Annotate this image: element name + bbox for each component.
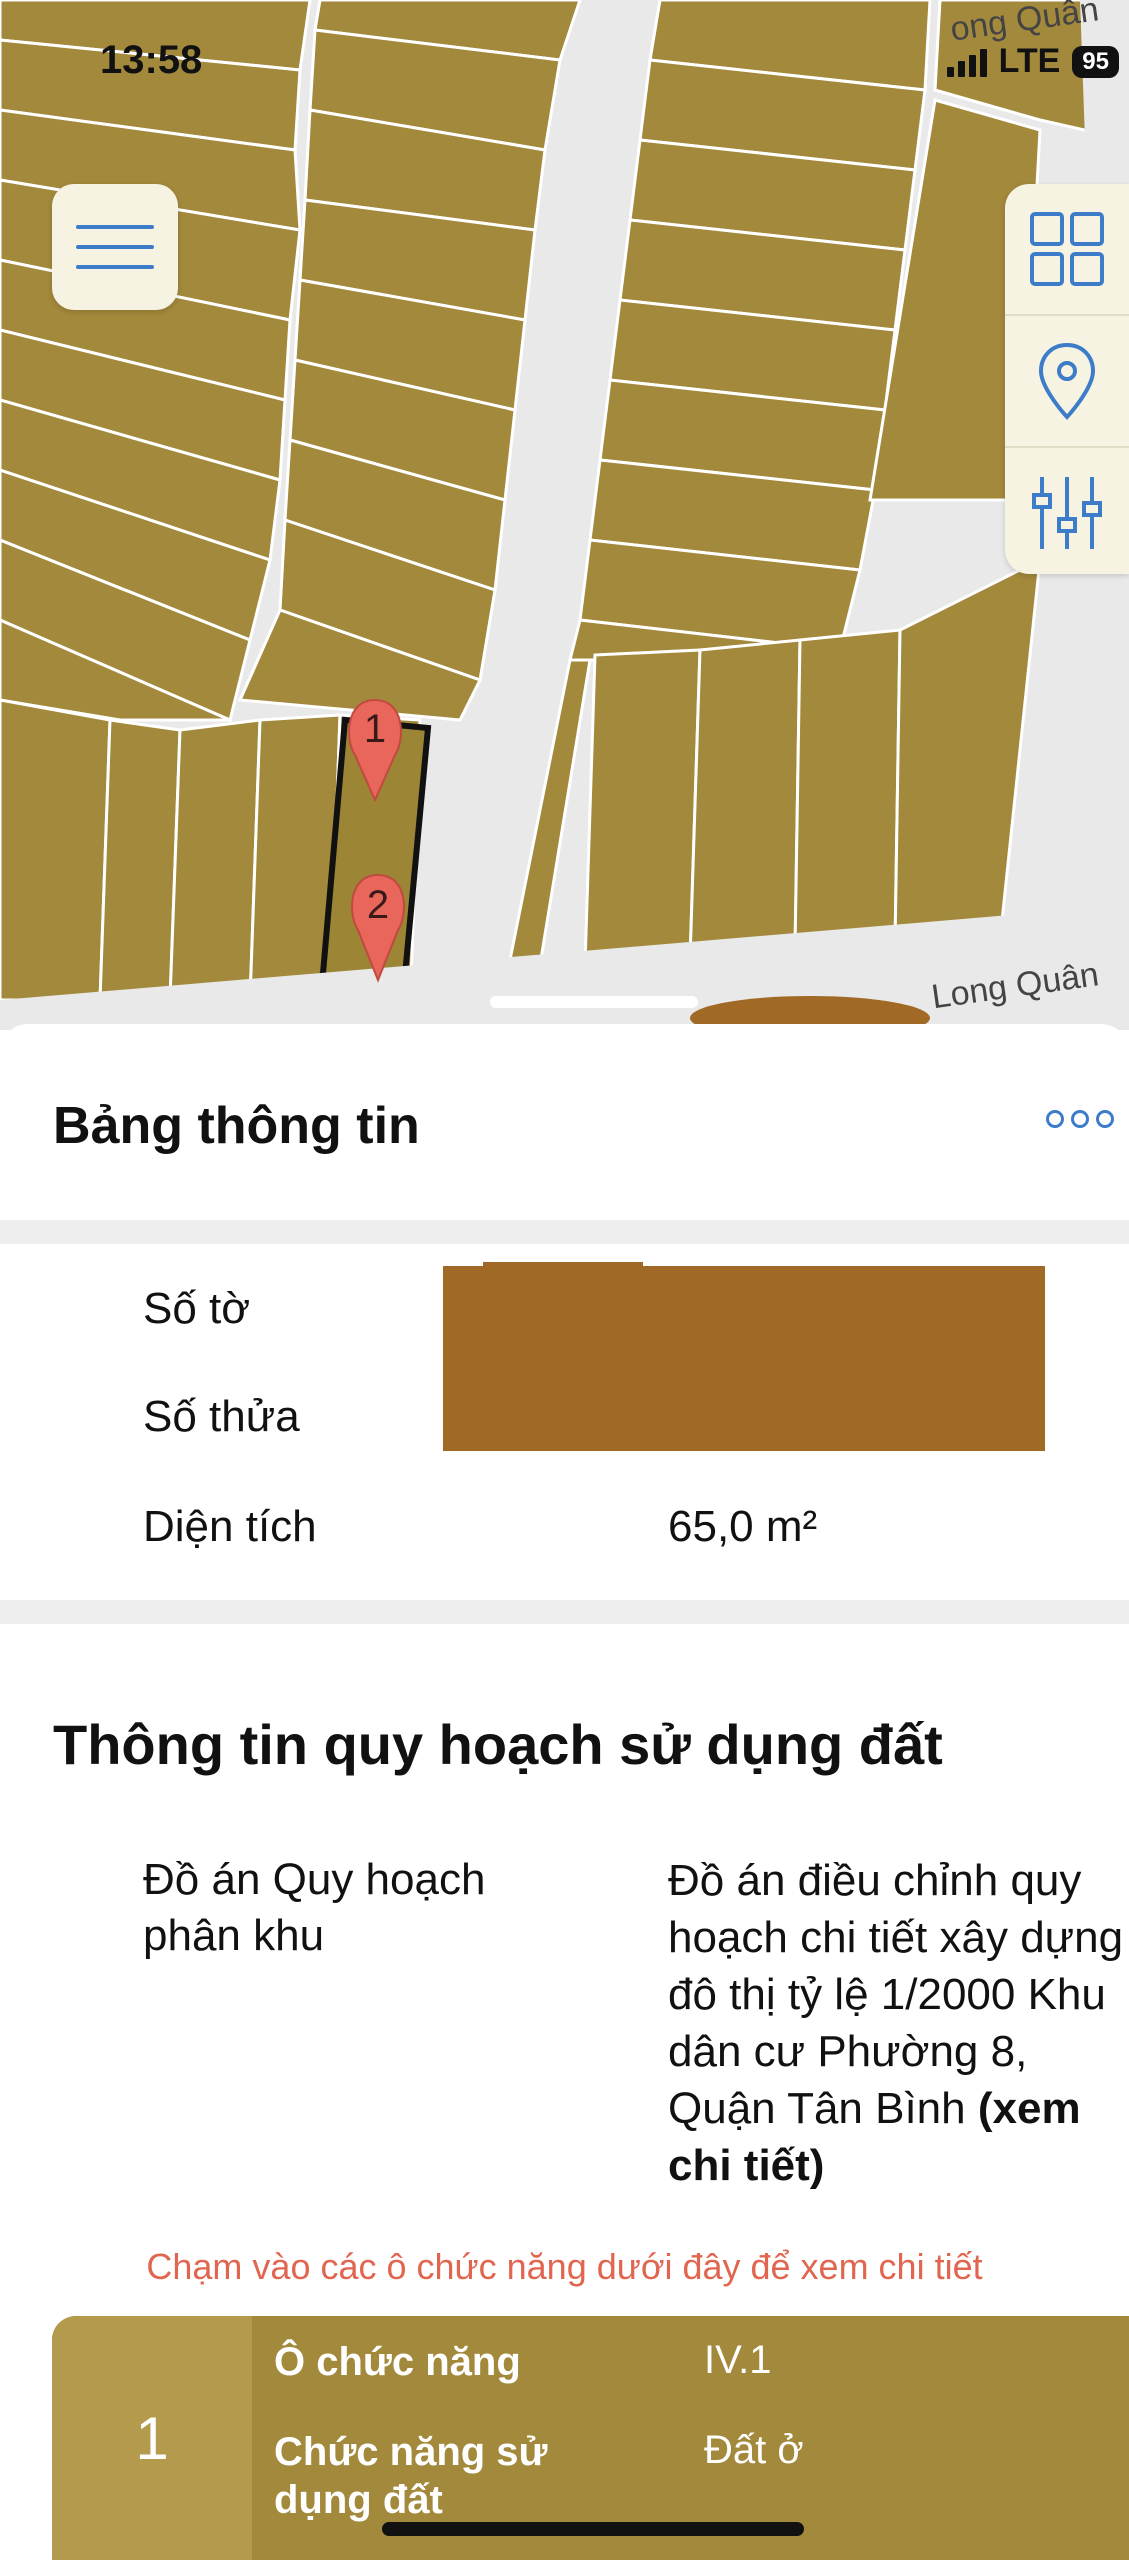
layers-button[interactable] bbox=[1005, 184, 1129, 316]
divider bbox=[0, 1600, 1129, 1624]
row-label-parcel-number: Số thửa bbox=[143, 1392, 300, 1441]
filter-button[interactable] bbox=[1005, 448, 1129, 578]
marker-2-label: 2 bbox=[367, 883, 389, 927]
cell-label: Ô chức năng bbox=[274, 2340, 521, 2384]
cell-value: IV.1 bbox=[704, 2338, 772, 2382]
battery-icon: 95 bbox=[1072, 45, 1119, 78]
menu-button[interactable] bbox=[52, 184, 178, 310]
status-time: 13:58 bbox=[100, 38, 203, 82]
use-label: Chức năng sử dụng đất bbox=[274, 2430, 548, 2522]
hint-text: Chạm vào các ô chức năng dưới đây để xem… bbox=[146, 2246, 983, 2287]
use-value: Đất ở bbox=[704, 2428, 804, 2472]
locate-button[interactable] bbox=[1005, 316, 1129, 448]
home-indicator[interactable] bbox=[382, 2522, 804, 2536]
status-bar: 13:58 LTE 95 bbox=[100, 38, 1129, 88]
row-value-area: 65,0 m² bbox=[668, 1502, 818, 1551]
row-label-sheet-number: Số tờ bbox=[143, 1284, 251, 1333]
info-panel-title: Bảng thông tin bbox=[53, 1097, 420, 1155]
grid-icon bbox=[1030, 212, 1104, 286]
marker-1-label: 1 bbox=[364, 707, 386, 751]
hamburger-icon bbox=[76, 225, 154, 229]
map-tools bbox=[1005, 184, 1129, 574]
location-pin-icon bbox=[1038, 342, 1096, 420]
divider bbox=[0, 1220, 1129, 1244]
more-dots-icon[interactable] bbox=[1046, 1110, 1114, 1128]
map-view[interactable]: 1 2 ong Quân Long Quân bbox=[0, 0, 1129, 1030]
plan-label: Đồ án Quy hoạch phân khu bbox=[143, 1855, 486, 1960]
map-canvas[interactable]: 1 2 ong Quân Long Quân bbox=[0, 0, 1129, 1030]
network-type: LTE bbox=[998, 42, 1061, 80]
sheet-grabber[interactable] bbox=[490, 996, 698, 1008]
redacted-values bbox=[443, 1266, 1045, 1451]
function-index: 1 bbox=[52, 2316, 252, 2560]
sliders-icon bbox=[1032, 477, 1102, 549]
plan-value: Đồ án điều chỉnh quy hoạch chi tiết xây … bbox=[668, 1852, 1128, 2194]
signal-icon bbox=[946, 47, 987, 77]
row-label-area: Diện tích bbox=[143, 1502, 317, 1551]
planning-title: Thông tin quy hoạch sử dụng đất bbox=[53, 1713, 943, 1776]
